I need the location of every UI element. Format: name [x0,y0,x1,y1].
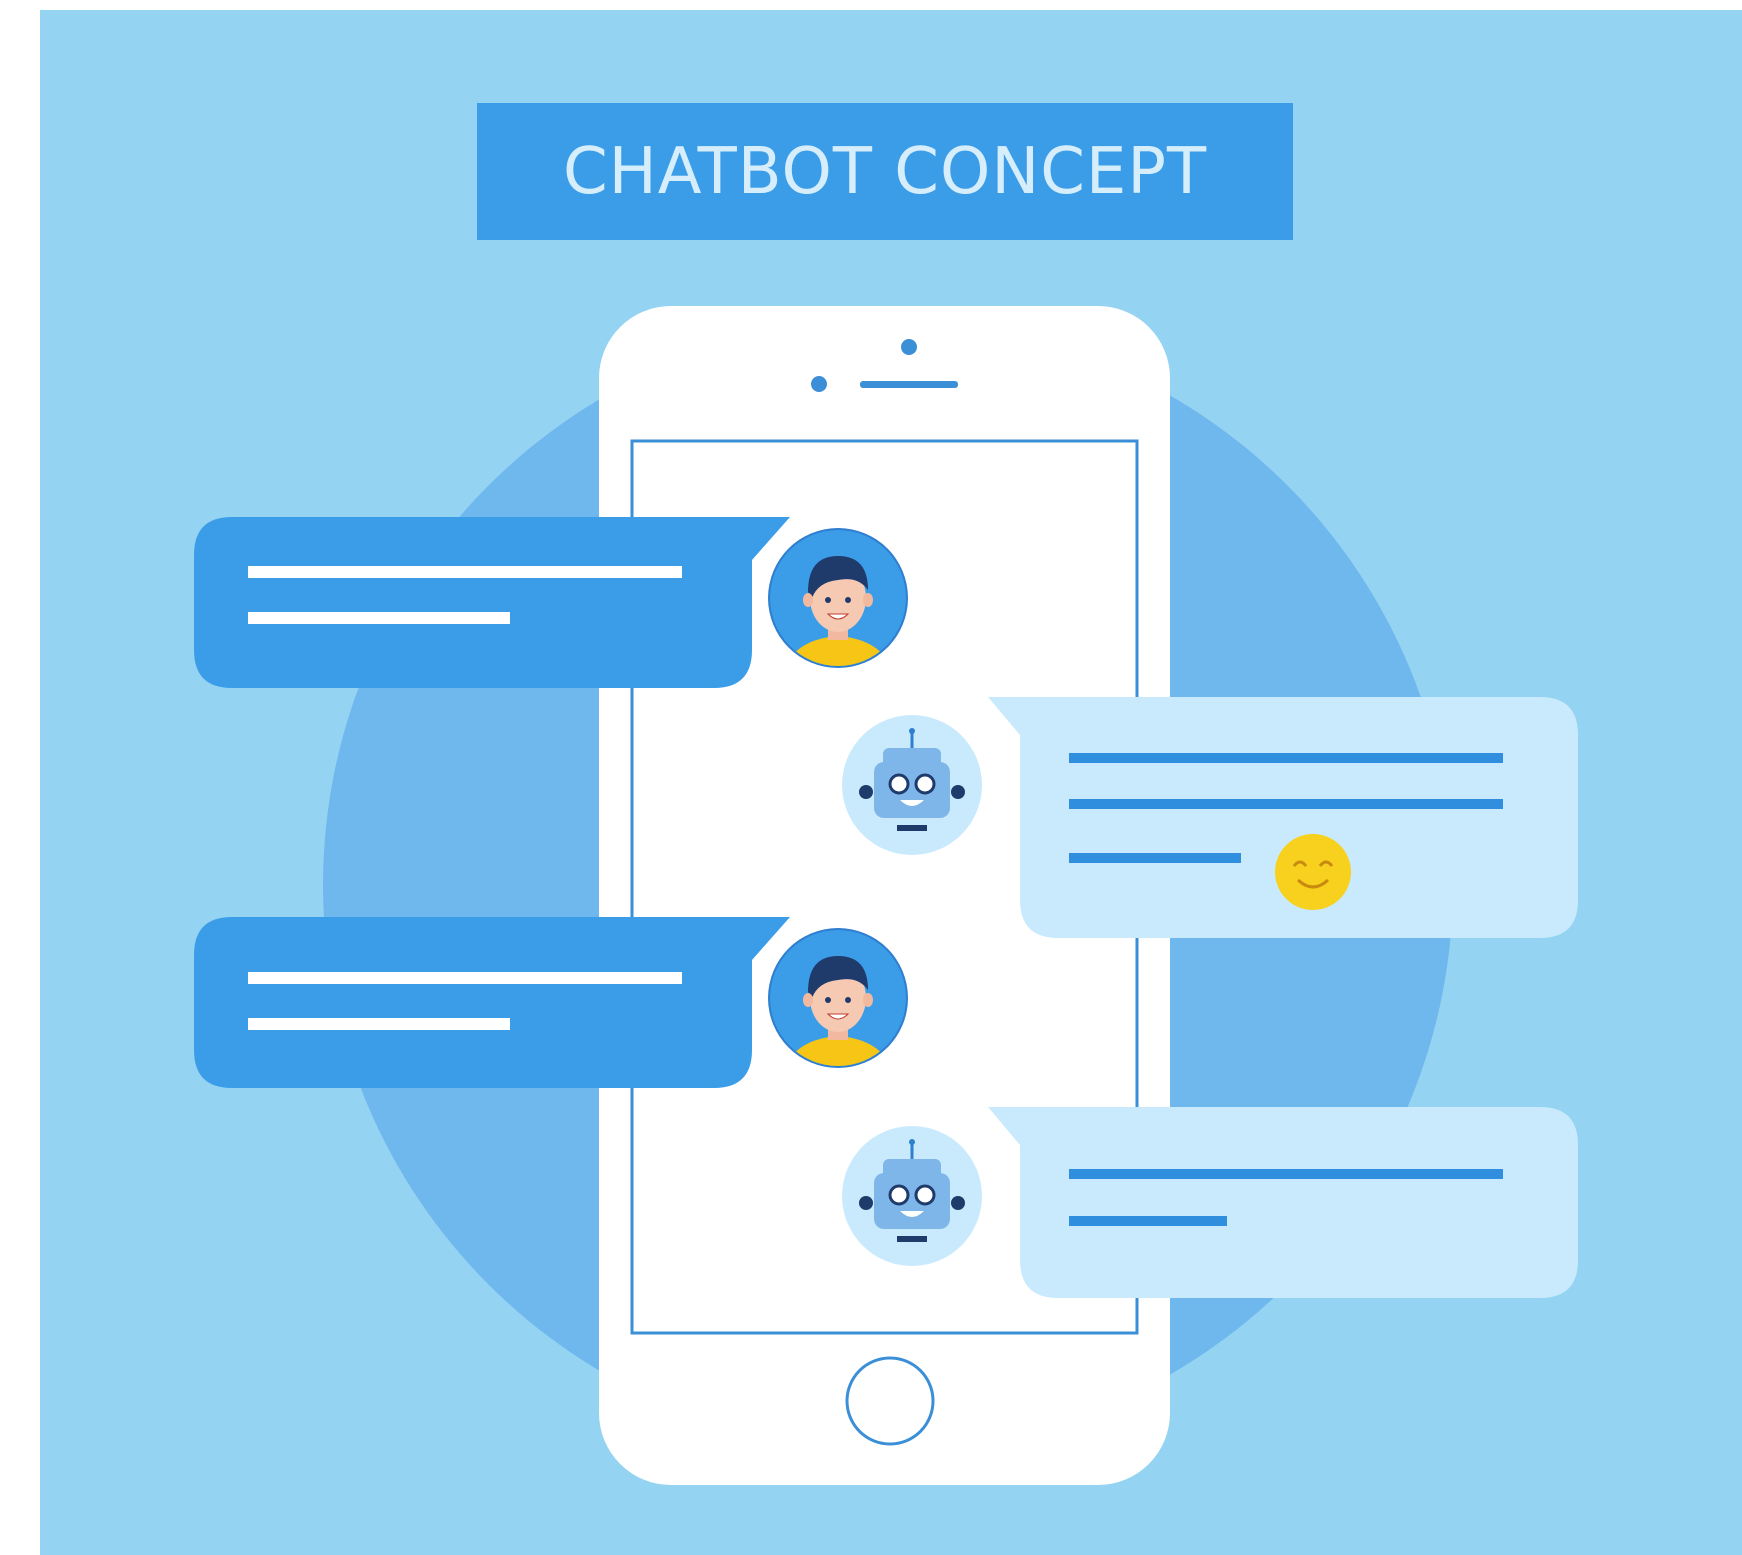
title-banner: CHATBOT CONCEPT [477,103,1293,240]
message-text-line [1069,1216,1227,1226]
message-text-line [248,612,510,624]
message-text-line [248,1018,510,1030]
robot-avatar-icon [842,715,982,855]
message-text-line [1069,753,1503,763]
bot-message-bubble [988,1107,1578,1298]
page-title: CHATBOT CONCEPT [563,135,1207,209]
home-button[interactable] [845,1356,935,1446]
chatbot-concept-illustration: CHATBOT CONCEPT [0,0,1742,1555]
phone-camera-dot [901,339,917,355]
smiling-face-icon [1275,834,1351,910]
message-text-line [1069,1169,1503,1179]
user-message-bubble [194,517,790,688]
bot-message-bubble [988,697,1578,938]
robot-avatar-icon [842,1126,982,1266]
phone-sensor-dot [811,376,827,392]
user-message-bubble [194,917,790,1088]
message-text-line [1069,853,1241,863]
message-text-line [1069,799,1503,809]
message-text-line [248,566,682,578]
message-text-line [248,972,682,984]
phone-speaker [860,381,958,388]
